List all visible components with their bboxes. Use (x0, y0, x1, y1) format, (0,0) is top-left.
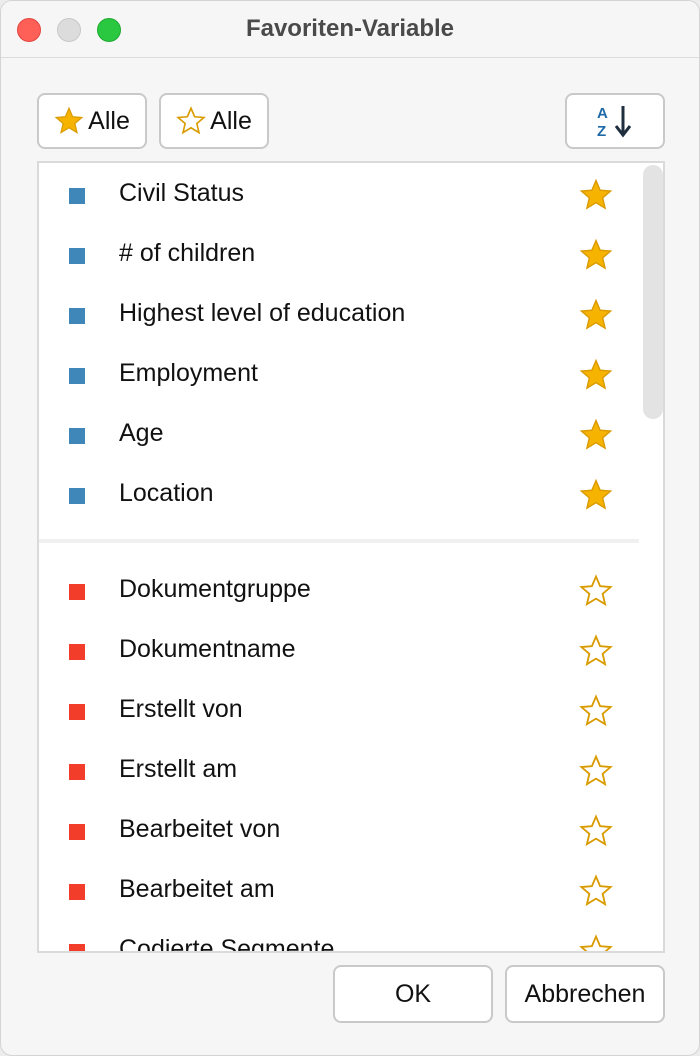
star-filled-icon[interactable] (579, 358, 613, 392)
sort-button[interactable]: A Z (565, 93, 665, 149)
star-filled-icon[interactable] (579, 478, 613, 512)
variable-row[interactable]: Dokumentgruppe (39, 561, 639, 621)
variable-row[interactable]: Dokumentname (39, 621, 639, 681)
group-separator (39, 539, 643, 543)
variable-row[interactable]: Bearbeitet am (39, 861, 639, 921)
variable-label: Bearbeitet von (119, 815, 281, 843)
variable-label: Civil Status (119, 179, 245, 207)
star-filled-icon[interactable] (579, 298, 613, 332)
ok-label: OK (394, 979, 432, 1008)
variable-row[interactable]: # of children (39, 225, 639, 285)
system-variable-color-marker (69, 824, 85, 840)
variable-row[interactable]: Highest level of education (39, 285, 639, 345)
variable-label: Dokumentname (119, 635, 296, 663)
variable-label: Erstellt von (119, 695, 243, 723)
star-outline-icon[interactable] (579, 814, 613, 848)
system-variable-color-marker (69, 944, 85, 951)
star-filled-icon[interactable] (579, 418, 613, 452)
star-outline-icon (176, 106, 207, 135)
variable-label: # of children (119, 239, 256, 267)
star-outline-icon[interactable] (579, 874, 613, 908)
document-variable-color-marker (69, 188, 85, 204)
variable-row[interactable]: Civil Status (39, 165, 639, 225)
variable-row[interactable]: Bearbeitet von (39, 801, 639, 861)
cancel-button[interactable]: Abbrechen (505, 965, 665, 1023)
cancel-label: Abbrechen (524, 979, 646, 1008)
favorite-all-label: Alle (88, 106, 130, 135)
sort-alpha-az-icon: A Z (597, 105, 632, 140)
variable-label: Employment (119, 359, 258, 387)
variable-list[interactable]: Civil Status # of children Highest level o… (37, 161, 665, 953)
star-outline-icon[interactable] (579, 634, 613, 668)
variable-label: Highest level of education (119, 299, 406, 327)
title-bar: Favoriten-Variable (1, 1, 699, 58)
variable-row[interactable]: Erstellt am (39, 741, 639, 801)
variable-row[interactable]: Age (39, 405, 639, 465)
scrollbar-thumb[interactable] (643, 165, 663, 419)
variable-label: Dokumentgruppe (119, 575, 311, 603)
star-outline-icon[interactable] (579, 694, 613, 728)
system-variable-color-marker (69, 884, 85, 900)
favorite-all-button[interactable]: Alle (37, 93, 147, 149)
document-variable-color-marker (69, 488, 85, 504)
document-variable-color-marker (69, 308, 85, 324)
variable-label: Erstellt am (119, 755, 238, 783)
document-variable-color-marker (69, 248, 85, 264)
document-variable-color-marker (69, 428, 85, 444)
variable-label: Location (119, 479, 214, 507)
variable-label: Bearbeitet am (119, 875, 275, 903)
system-variable-color-marker (69, 764, 85, 780)
ok-button[interactable]: OK (333, 965, 493, 1023)
system-variable-color-marker (69, 584, 85, 600)
variable-row[interactable]: Employment (39, 345, 639, 405)
variable-row[interactable]: Erstellt von (39, 681, 639, 741)
favorite-variables-dialog: Favoriten-Variable Alle Alle A Z Civil S… (0, 0, 700, 1056)
star-filled-icon (54, 106, 84, 134)
star-filled-icon[interactable] (579, 238, 613, 272)
variable-label: Codierte Segmente (119, 935, 335, 953)
variable-row[interactable]: Codierte Segmente (39, 921, 639, 953)
variable-row[interactable]: Location (39, 465, 639, 525)
star-filled-icon[interactable] (579, 178, 613, 212)
svg-text:Z: Z (597, 123, 606, 140)
scrollbar-track[interactable] (639, 163, 663, 951)
window-title: Favoriten-Variable (245, 15, 455, 42)
star-outline-icon[interactable] (579, 934, 613, 953)
system-variable-color-marker (69, 644, 85, 660)
unfavorite-all-button[interactable]: Alle (159, 93, 269, 149)
star-outline-icon[interactable] (579, 574, 613, 608)
document-variable-color-marker (69, 368, 85, 384)
system-variable-color-marker (69, 704, 85, 720)
variable-label: Age (119, 419, 164, 447)
svg-text:A: A (597, 105, 608, 122)
star-outline-icon[interactable] (579, 754, 613, 788)
unfavorite-all-label: Alle (210, 106, 252, 135)
